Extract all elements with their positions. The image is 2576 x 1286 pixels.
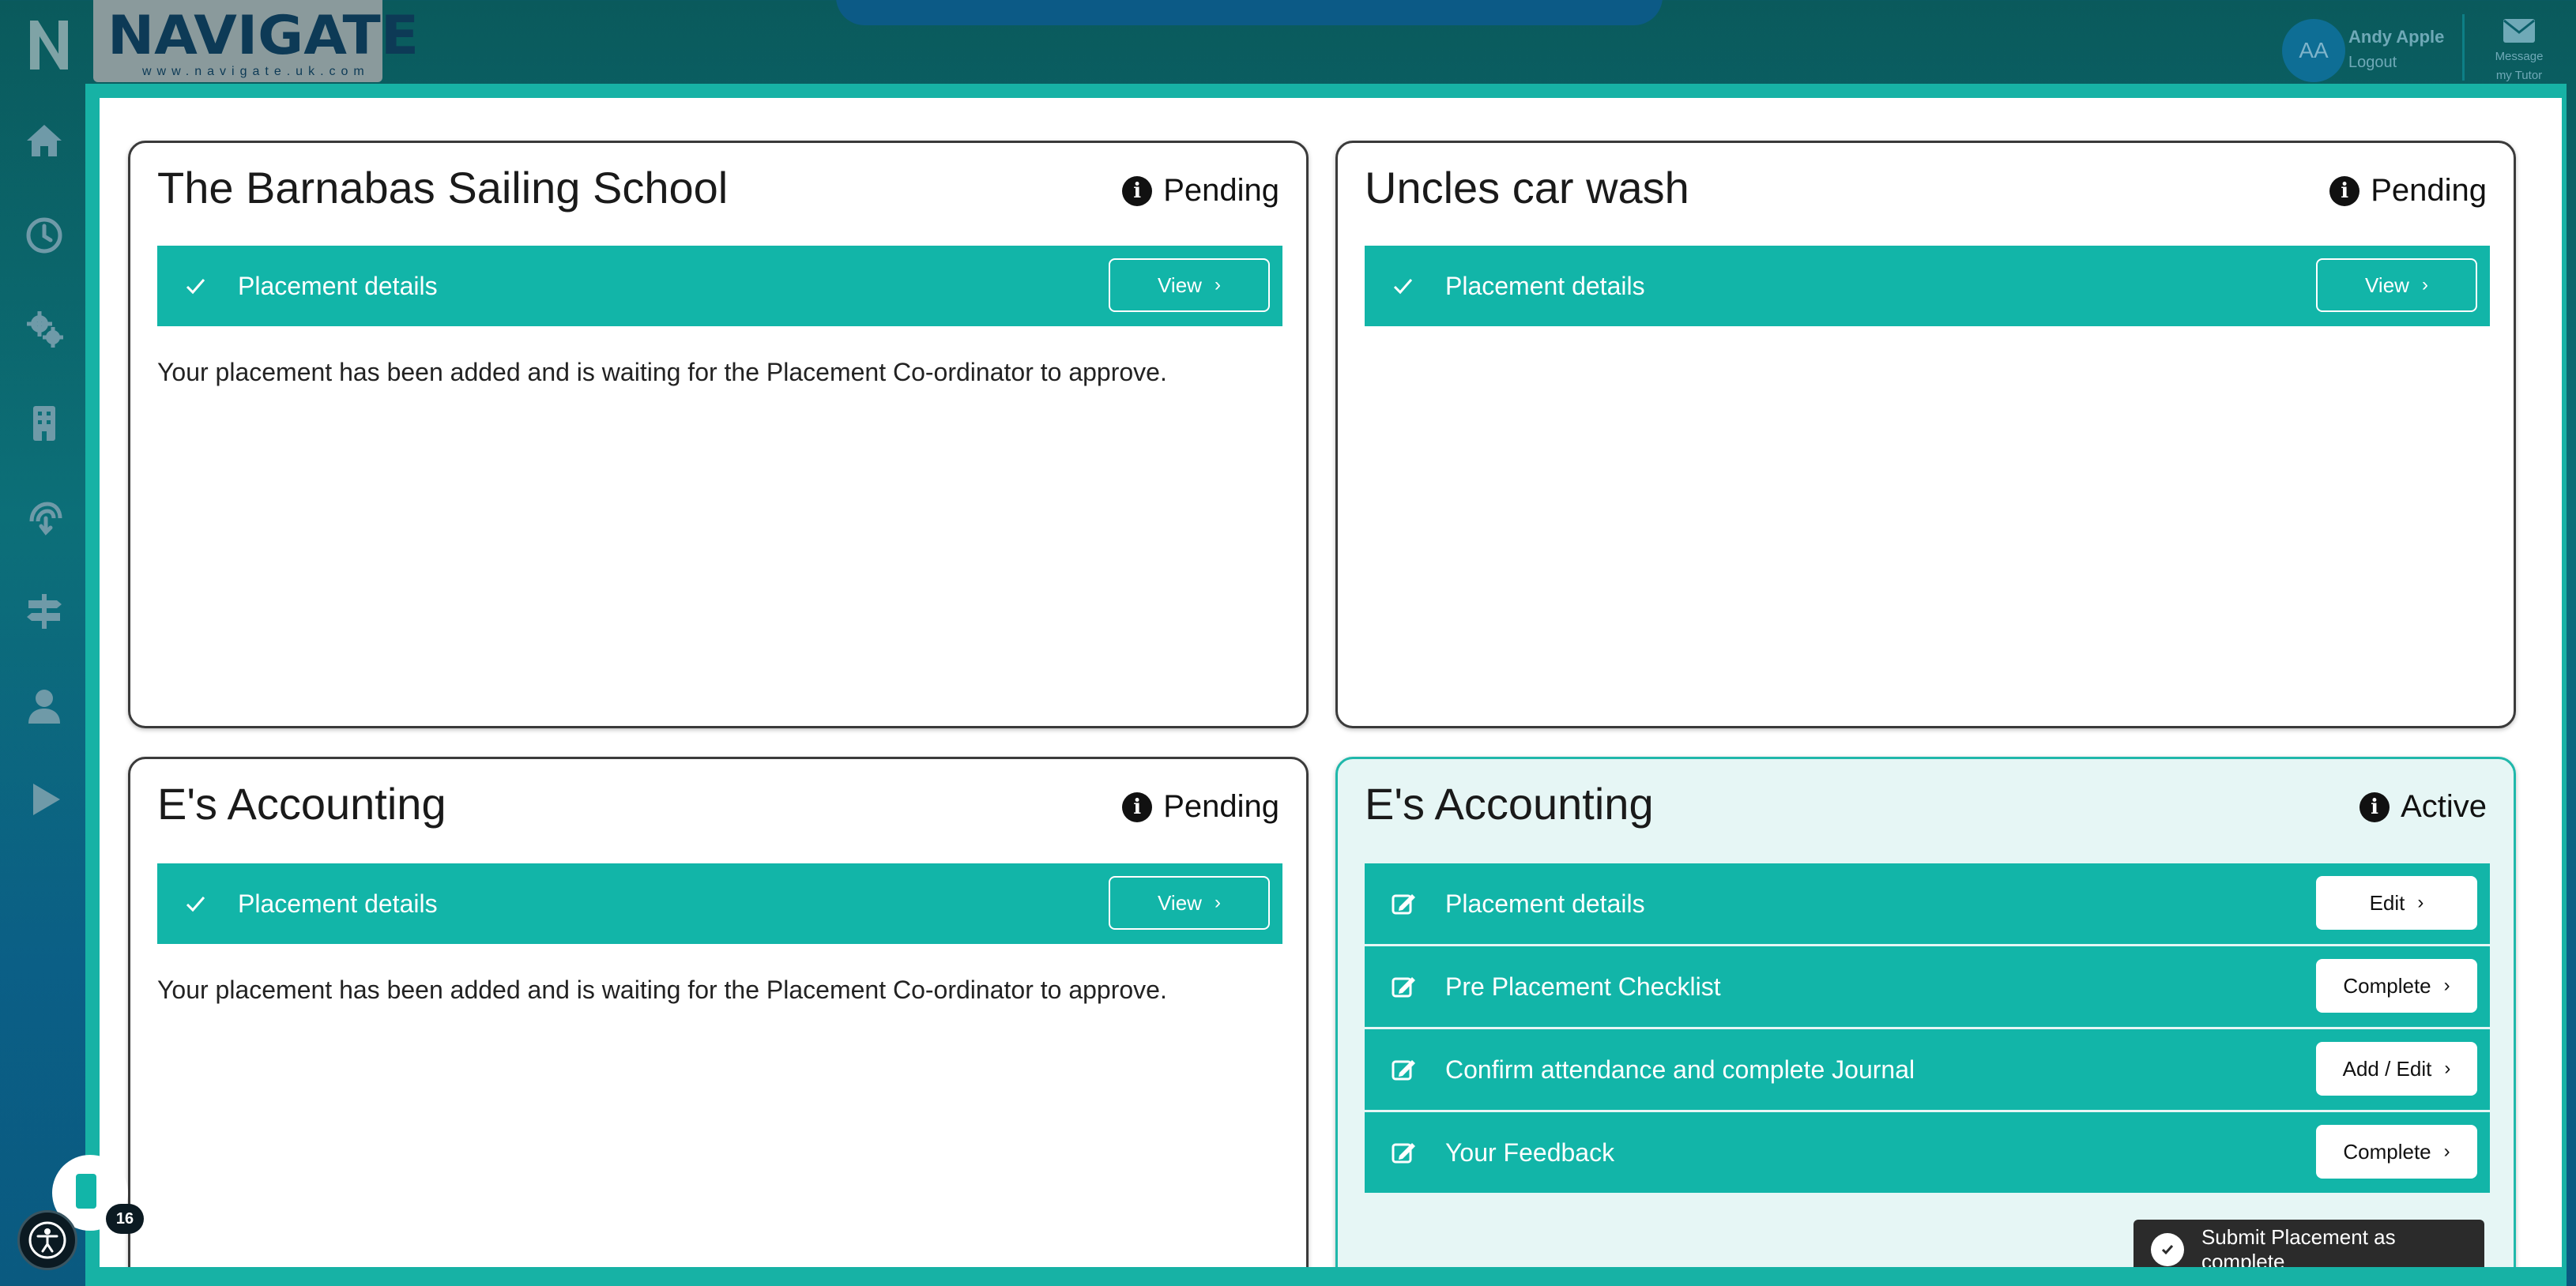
button-label: View — [1158, 890, 1202, 915]
button-label: View — [1158, 273, 1202, 297]
sidebar-item-history[interactable] — [24, 215, 65, 256]
chevron-right-icon: › — [2444, 1058, 2451, 1079]
task-label: Your Feedback — [1445, 1137, 1615, 1167]
bottom-frame-strip — [85, 1267, 2567, 1286]
check-circle-icon — [2151, 1233, 2184, 1266]
button-label: View — [2365, 273, 2409, 297]
check-icon — [186, 279, 205, 295]
button-label: Complete — [2343, 973, 2431, 998]
chevron-right-icon: › — [1214, 274, 1221, 295]
card-message: Your placement has been added and is wai… — [157, 976, 1167, 1004]
status-label: Pending — [1163, 173, 1279, 208]
card-title: E's Accounting — [157, 779, 446, 829]
task-row: Placement details Edit › — [1365, 863, 2490, 944]
card-title: The Barnabas Sailing School — [157, 163, 729, 212]
signpost-icon — [27, 594, 62, 629]
sidebar-item-media[interactable] — [24, 779, 65, 820]
user-name: Andy Apple — [2348, 27, 2445, 47]
info-icon[interactable]: i — [2329, 175, 2360, 206]
edit-button[interactable]: Edit › — [2316, 876, 2477, 930]
top-center-banner — [836, 0, 1663, 25]
chevron-right-icon: › — [1214, 892, 1221, 913]
chevron-right-icon: › — [2421, 274, 2428, 295]
card-title: E's Accounting — [1365, 779, 1654, 829]
task-row: Pre Placement Checklist Complete › — [1365, 946, 2490, 1027]
brand-name: NAVIGATE — [107, 5, 420, 67]
sidebar-item-settings[interactable] — [24, 308, 65, 349]
status-badge: i Pending — [1122, 173, 1279, 209]
sidebar-item-home[interactable] — [24, 120, 65, 161]
info-icon[interactable]: i — [1122, 792, 1153, 822]
chevron-right-icon: › — [2443, 975, 2450, 996]
message-tutor-link[interactable]: Message my Tutor — [2487, 47, 2551, 85]
placement-card: E's Accounting i Pending Placement detai… — [128, 757, 1309, 1286]
button-label: Complete — [2343, 1139, 2431, 1164]
complete-checklist-button[interactable]: Complete › — [2316, 959, 2477, 1013]
hand-pointer-icon — [29, 502, 62, 536]
chevron-right-icon: › — [2417, 892, 2424, 913]
sidebar-item-opportunities[interactable] — [24, 498, 65, 539]
task-row: Your Feedback Complete › — [1365, 1112, 2490, 1193]
check-icon — [186, 897, 205, 912]
task-row: Confirm attendance and complete Journal … — [1365, 1029, 2490, 1110]
status-label: Pending — [2371, 173, 2487, 208]
building-icon — [33, 406, 55, 441]
task-row: Placement details View › — [157, 246, 1282, 326]
edit-icon — [1392, 1060, 1415, 1081]
complete-feedback-button[interactable]: Complete › — [2316, 1125, 2477, 1179]
brand-logo[interactable]: NAVIGATE www.navigate.uk.com — [93, 0, 419, 82]
sidebar — [0, 85, 89, 1286]
button-label: Edit — [2369, 890, 2405, 915]
brand-url: www.navigate.uk.com — [142, 65, 370, 78]
logout-link[interactable]: Logout — [2348, 54, 2397, 72]
task-label: Placement details — [1445, 271, 1645, 300]
avatar[interactable]: AA — [2282, 19, 2345, 82]
notification-badge: 16 — [106, 1204, 144, 1234]
play-icon — [33, 784, 60, 815]
sidebar-item-pathways[interactable] — [24, 591, 65, 632]
placement-card: The Barnabas Sailing School i Pending Pl… — [128, 141, 1309, 728]
status-label: Active — [2401, 789, 2487, 824]
add-edit-journal-button[interactable]: Add / Edit › — [2316, 1042, 2477, 1096]
button-label: Add / Edit — [2342, 1056, 2432, 1081]
view-button[interactable]: View › — [1109, 258, 1270, 312]
gears-icon — [27, 311, 63, 348]
card-title: Uncles car wash — [1365, 163, 1689, 212]
edit-icon — [1392, 1143, 1415, 1164]
edit-icon — [1392, 977, 1415, 998]
task-label: Confirm attendance and complete Journal — [1445, 1055, 1915, 1084]
task-label: Pre Placement Checklist — [1445, 972, 1721, 1001]
task-label: Placement details — [238, 271, 438, 300]
status-badge: i Pending — [1122, 789, 1279, 825]
top-bar: NAVIGATE www.navigate.uk.com AA Andy App… — [0, 0, 2576, 85]
mail-icon[interactable] — [2502, 17, 2536, 44]
placement-card: Uncles car wash i Pending Placement deta… — [1335, 141, 2516, 728]
accessibility-button[interactable] — [17, 1210, 77, 1270]
clock-icon — [26, 217, 62, 254]
sidebar-item-profile[interactable] — [24, 686, 65, 727]
view-button[interactable]: View › — [1109, 876, 1270, 930]
status-badge: i Active — [2359, 789, 2487, 825]
sidebar-item-employers[interactable] — [24, 403, 65, 444]
navigate-n-logo-icon[interactable] — [27, 16, 71, 73]
user-icon — [28, 690, 60, 724]
info-icon[interactable]: i — [2359, 792, 2390, 822]
card-message: Your placement has been added and is wai… — [157, 358, 1167, 386]
check-icon — [1393, 279, 1413, 295]
header-divider — [2462, 14, 2465, 81]
status-label: Pending — [1163, 789, 1279, 824]
task-row: Placement details View › — [157, 863, 1282, 944]
accessibility-icon — [28, 1221, 66, 1259]
status-badge: i Pending — [2329, 173, 2487, 209]
home-icon — [27, 125, 62, 156]
view-button[interactable]: View › — [2316, 258, 2477, 312]
task-row: Placement details View › — [1365, 246, 2490, 326]
edit-icon — [1392, 894, 1415, 915]
info-icon[interactable]: i — [1122, 175, 1153, 206]
placement-card-active: E's Accounting i Active Placement detail… — [1335, 757, 2516, 1286]
chevron-right-icon: › — [2443, 1141, 2450, 1162]
task-label: Placement details — [238, 889, 438, 918]
task-label: Placement details — [1445, 889, 1645, 918]
